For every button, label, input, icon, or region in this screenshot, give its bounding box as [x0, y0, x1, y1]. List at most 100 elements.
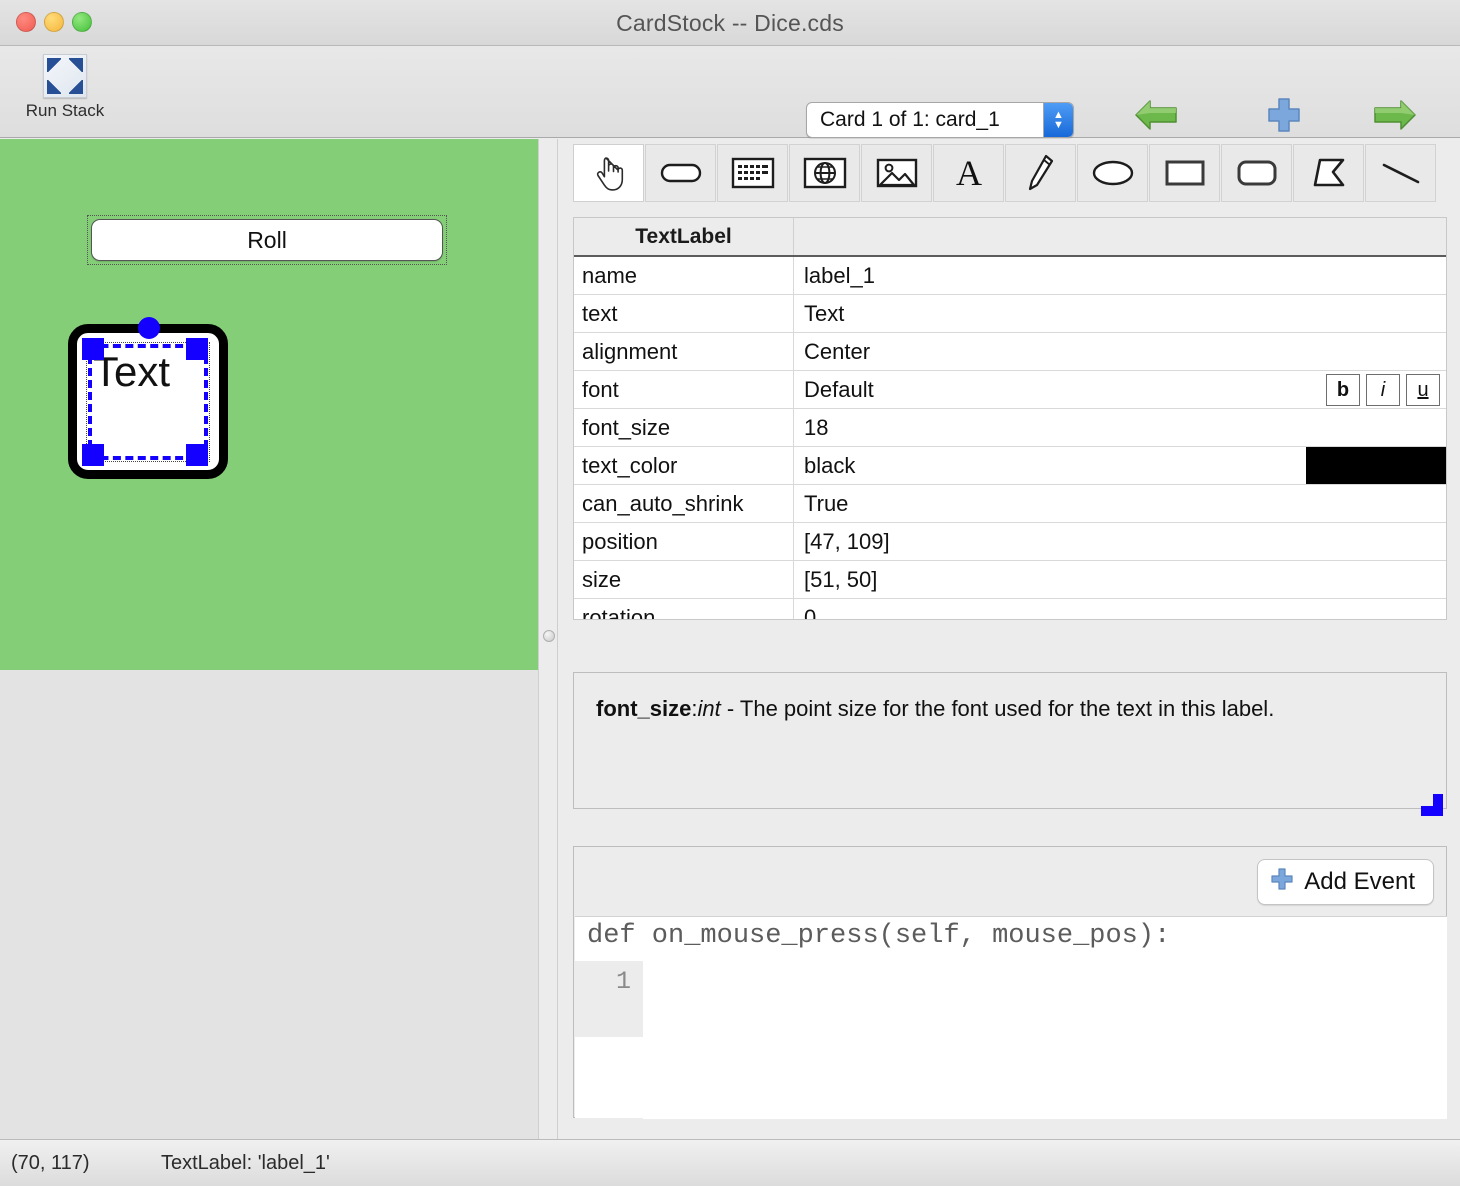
description-resize-handle[interactable]: [1421, 794, 1443, 816]
round-rect-icon: [1236, 158, 1278, 188]
tool-polygon[interactable]: [1293, 144, 1364, 202]
image-icon: [875, 156, 919, 190]
property-row-alignment[interactable]: alignment Center: [574, 333, 1446, 371]
add-event-button[interactable]: Add Event: [1257, 859, 1434, 905]
main-toolbar: Run Stack Card 1 of 1: card_1 ▲▼ Previou…: [0, 46, 1460, 156]
polygon-icon: [1309, 156, 1349, 190]
property-value-can-auto-shrink[interactable]: True: [794, 485, 1446, 522]
close-button[interactable]: [16, 12, 36, 32]
property-value-text-color[interactable]: black: [794, 447, 1446, 484]
property-row-position[interactable]: position [47, 109]: [574, 523, 1446, 561]
property-value-font-text: Default: [804, 376, 874, 402]
property-inspector-table: TextLabel name label_1 text Text alignme…: [573, 217, 1447, 620]
property-row-font[interactable]: font Default b i u: [574, 371, 1446, 409]
pen-icon: [1026, 153, 1056, 193]
property-value-position[interactable]: [47, 109]: [794, 523, 1446, 560]
button-icon: [660, 160, 702, 186]
webview-icon: [803, 156, 847, 190]
tool-web-view[interactable]: [789, 144, 860, 202]
tool-image[interactable]: [861, 144, 932, 202]
description-text: The point size for the font used for the…: [739, 696, 1275, 721]
property-key: name: [574, 257, 794, 294]
resize-handle-top-right[interactable]: [186, 338, 208, 360]
tool-rectangle[interactable]: [1149, 144, 1220, 202]
card-object-roll-button[interactable]: Roll: [91, 219, 443, 261]
tool-oval[interactable]: [1077, 144, 1148, 202]
tool-line[interactable]: [1365, 144, 1436, 202]
property-row-name[interactable]: name label_1: [574, 257, 1446, 295]
status-selection: TextLabel: 'label_1': [161, 1151, 330, 1174]
description-separator: -: [720, 696, 740, 721]
status-coordinates: (70, 117): [11, 1151, 90, 1174]
zoom-button[interactable]: [72, 12, 92, 32]
bold-button[interactable]: b: [1326, 374, 1360, 406]
svg-text:A: A: [956, 155, 982, 191]
property-key: text_color: [574, 447, 794, 484]
run-stack-button[interactable]: Run Stack: [10, 54, 120, 121]
textlabel-icon: A: [951, 155, 987, 191]
plus-icon: [1270, 867, 1294, 898]
property-key: rotation: [574, 599, 794, 619]
property-key: font_size: [574, 409, 794, 446]
cardstock-window: CardStock -- Dice.cds Run Stack Card 1 o…: [0, 0, 1460, 1186]
property-key: text: [574, 295, 794, 332]
tool-pen[interactable]: [1005, 144, 1076, 202]
minimize-button[interactable]: [44, 12, 64, 32]
event-code-editor: Add Event def on_mouse_press(self, mouse…: [573, 846, 1447, 1119]
color-swatch[interactable]: [1306, 447, 1446, 484]
card-selector[interactable]: Card 1 of 1: card_1 ▲ ▼: [806, 102, 1074, 138]
run-stack-label: Run Stack: [25, 101, 105, 120]
property-value-rotation[interactable]: 0: [794, 599, 1446, 620]
line-icon: [1379, 158, 1423, 188]
tool-text-field[interactable]: [717, 144, 788, 202]
property-row-rotation[interactable]: rotation 0: [574, 599, 1446, 620]
italic-button[interactable]: i: [1366, 374, 1400, 406]
property-value-size[interactable]: [51, 50]: [794, 561, 1446, 598]
font-style-buttons: b i u: [1326, 374, 1440, 406]
property-row-text-color[interactable]: text_color black: [574, 447, 1446, 485]
property-row-text[interactable]: text Text: [574, 295, 1446, 333]
rotation-handle[interactable]: [138, 317, 160, 339]
resize-handle-bottom-right[interactable]: [186, 444, 208, 466]
description-type: int: [697, 696, 721, 721]
tool-button[interactable]: [645, 144, 716, 202]
code-input[interactable]: [643, 961, 1447, 1119]
resize-handle-bottom-left[interactable]: [82, 444, 104, 466]
tool-round-rectangle[interactable]: [1221, 144, 1292, 202]
splitter-grip-icon[interactable]: [543, 630, 555, 642]
chevron-updown-icon[interactable]: ▲ ▼: [1043, 103, 1073, 137]
add-event-label: Add Event: [1304, 868, 1415, 895]
property-row-can-auto-shrink[interactable]: can_auto_shrink True: [574, 485, 1446, 523]
property-value-font-size[interactable]: 18: [794, 409, 1446, 446]
property-value-alignment[interactable]: Center: [794, 333, 1446, 370]
right-arrow-icon: [1372, 96, 1418, 134]
hand-icon: [592, 154, 626, 192]
oval-icon: [1091, 158, 1135, 188]
tool-hand[interactable]: [573, 144, 644, 202]
panel-splitter[interactable]: [538, 139, 558, 1139]
property-value-text-color-text: black: [804, 452, 856, 478]
plus-icon: [1264, 96, 1304, 134]
canvas-area: Roll Text: [0, 139, 538, 1139]
property-row-size[interactable]: size [51, 50]: [574, 561, 1446, 599]
title-bar: CardStock -- Dice.cds: [0, 0, 1460, 46]
underline-button[interactable]: u: [1406, 374, 1440, 406]
property-value-font[interactable]: Default b i u: [794, 371, 1446, 408]
property-key: font: [574, 371, 794, 408]
property-value-text[interactable]: Text: [794, 295, 1446, 332]
property-value-name[interactable]: label_1: [794, 257, 1446, 294]
property-table-header-value: [794, 218, 1446, 255]
card-selector-value: Card 1 of 1: card_1: [820, 108, 1000, 131]
property-key: can_auto_shrink: [574, 485, 794, 522]
tool-text-label[interactable]: A: [933, 144, 1004, 202]
resize-handle-top-left[interactable]: [82, 338, 104, 360]
window-title: CardStock -- Dice.cds: [616, 9, 844, 36]
roll-button-label: Roll: [247, 226, 287, 253]
property-row-font-size[interactable]: font_size 18: [574, 409, 1446, 447]
card-canvas[interactable]: Roll Text: [0, 139, 538, 670]
status-bar: (70, 117) TextLabel: 'label_1': [0, 1139, 1460, 1186]
rectangle-icon: [1164, 158, 1206, 188]
line-number-gutter: 1: [575, 961, 643, 1037]
code-view: def on_mouse_press(self, mouse_pos): 1: [575, 916, 1447, 1119]
property-key: size: [574, 561, 794, 598]
